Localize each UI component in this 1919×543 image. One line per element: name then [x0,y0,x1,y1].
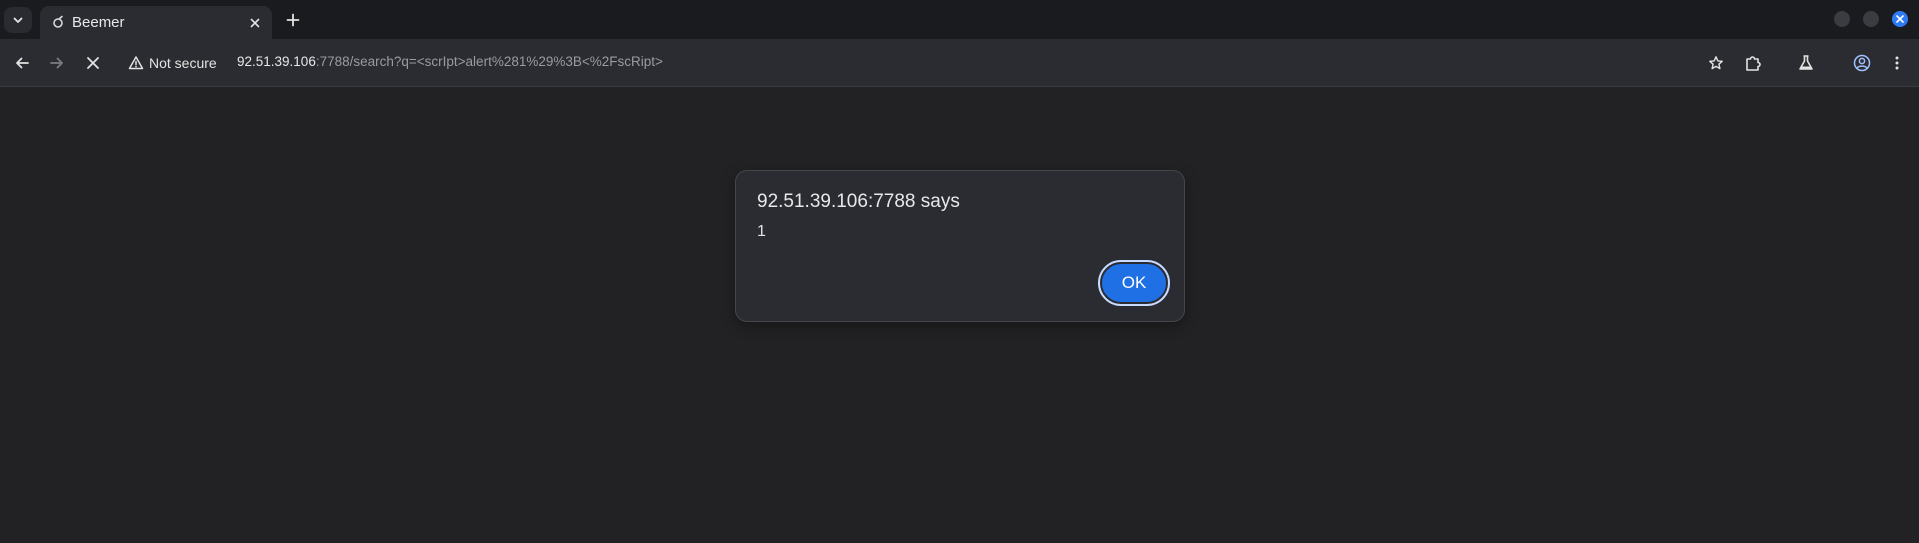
close-icon [1896,15,1904,23]
url-text[interactable]: 92.51.39.106:7788/search?q=<scrIpt>alert… [237,54,663,69]
extensions-button[interactable] [1741,51,1765,75]
dialog-title: 92.51.39.106:7788 says [757,191,960,212]
profile-icon [1853,54,1871,72]
window-minimize-button[interactable] [1834,11,1850,27]
alert-dialog: 92.51.39.106:7788 says 1 OK [735,170,1185,322]
flask-icon [1799,55,1813,70]
arrow-right-icon [50,57,63,69]
tab-strip: Beemer [0,0,1919,39]
tab-title: Beemer [72,14,125,31]
plus-icon [286,13,300,27]
window-maximize-button[interactable] [1863,11,1879,27]
labs-button[interactable] [1794,51,1818,75]
chevron-down-icon [13,17,23,23]
address-bar[interactable]: Not secure 92.51.39.106:7788/search?q=<s… [120,45,1730,81]
warning-triangle-icon [128,56,144,70]
bookmark-button[interactable] [1704,51,1728,75]
tab-active[interactable]: Beemer [40,6,272,39]
new-tab-button[interactable] [282,9,304,31]
url-host: 92.51.39.106 [237,54,316,69]
forward-button[interactable] [45,51,69,75]
ok-button[interactable]: OK [1098,260,1170,306]
close-icon [250,18,260,28]
security-indicator[interactable]: Not secure [128,53,217,73]
security-label: Not secure [149,55,217,71]
close-icon [87,57,99,69]
dialog-message: 1 [757,223,766,240]
window-close-button[interactable] [1892,11,1908,27]
star-icon [1709,56,1723,70]
puzzle-icon [1746,56,1761,71]
tab-close-button[interactable] [246,14,264,32]
url-path: :7788/search?q=<scrIpt>alert%281%29%3B<%… [315,54,663,69]
tab-search-button[interactable] [4,7,32,33]
beemer-favicon-icon [53,15,63,28]
menu-button[interactable] [1885,51,1909,75]
back-button[interactable] [10,51,34,75]
more-vertical-icon [1895,56,1899,70]
profile-button[interactable] [1850,51,1874,75]
arrow-left-icon [16,57,29,69]
stop-loading-button[interactable] [81,51,105,75]
browser-toolbar: Not secure 92.51.39.106:7788/search?q=<s… [0,39,1919,87]
page-viewport: 92.51.39.106:7788 says 1 OK [0,87,1919,543]
